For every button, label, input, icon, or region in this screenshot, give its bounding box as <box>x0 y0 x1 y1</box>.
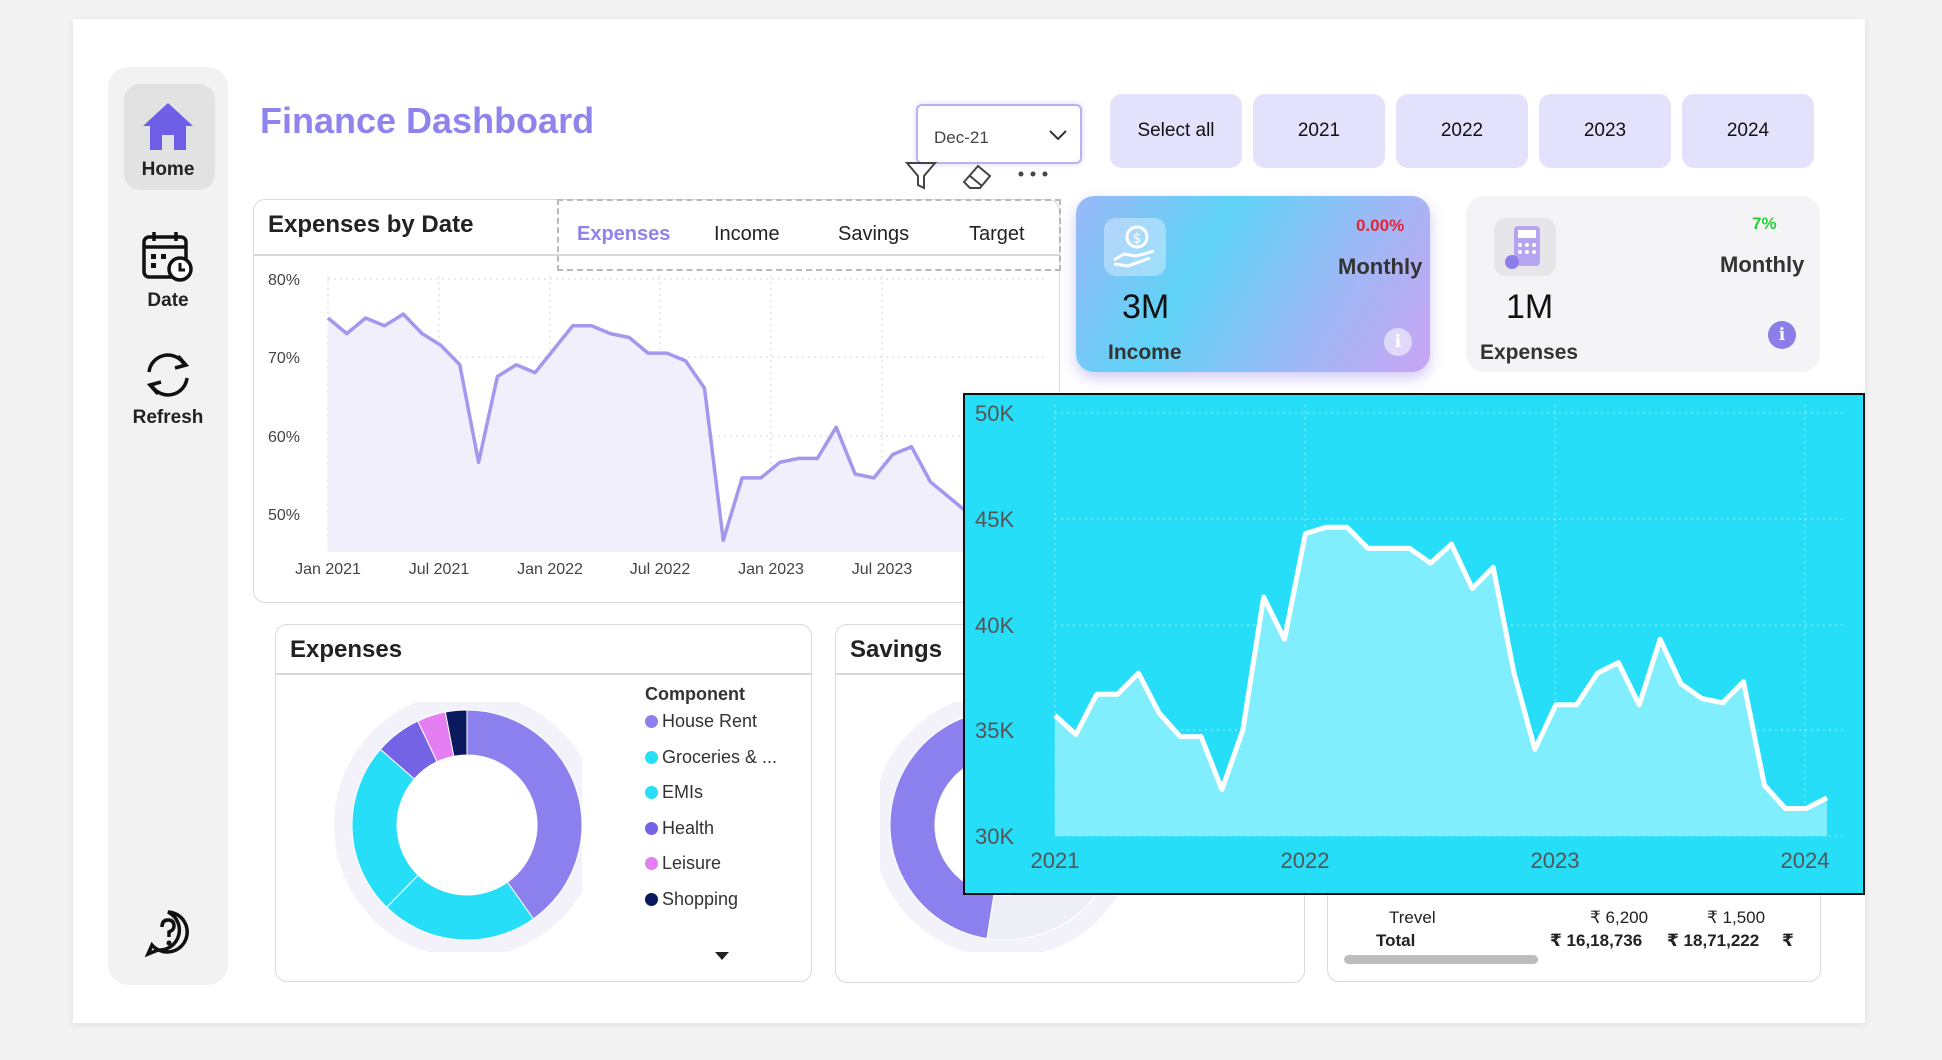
y-tick-label: 50% <box>268 507 300 524</box>
tab-income[interactable]: Income <box>714 223 780 246</box>
kpi-expenses-value: 1M <box>1506 288 1554 326</box>
expenses-by-date-chart: 80% 70% 60% 50% Jan 2021 Jul 2021 Jan 2022 Jul … <box>268 272 1046 578</box>
legend-item[interactable]: House Rent <box>645 711 795 747</box>
refresh-icon <box>146 353 190 397</box>
tab-expenses[interactable]: Expenses <box>577 223 670 246</box>
x-tick-label: Jul 2022 <box>630 561 691 578</box>
x-tick-label: Jan 2022 <box>517 561 583 578</box>
area-fill <box>328 314 968 552</box>
horizontal-scrollbar[interactable] <box>1344 955 1538 964</box>
y-tick-label: 80% <box>268 272 300 289</box>
kpi-expenses-label: Expenses <box>1480 341 1579 364</box>
calendar-icon <box>142 232 193 282</box>
savings-title: Savings <box>850 636 943 663</box>
sidebar-item-refresh[interactable]: Refresh <box>108 350 228 429</box>
sidebar-item-date[interactable]: Date <box>108 229 228 312</box>
year-button-2024[interactable]: 2024 <box>1682 94 1814 168</box>
year-button-2021[interactable]: 2021 <box>1253 94 1385 168</box>
table-cell: ₹ 16,18,736 <box>1550 931 1643 950</box>
kpi-income-change: 0.00% <box>1356 216 1405 235</box>
legend-item[interactable]: EMIs <box>645 782 795 818</box>
kpi-icon-box: $ <box>1104 218 1166 276</box>
legend-title: Component <box>645 684 745 704</box>
tab-target[interactable]: Target <box>969 223 1025 246</box>
x-tick-label: Jul 2021 <box>409 561 470 578</box>
kpi-icon-box <box>1494 218 1556 276</box>
y-tick-label: 50K <box>975 401 1014 426</box>
home-icon <box>143 103 193 150</box>
expenses-legend: Component House Rent Groceries & ... EMI… <box>645 684 795 924</box>
y-tick-label: 40K <box>975 613 1014 638</box>
legend-item[interactable]: Health <box>645 818 795 854</box>
info-icon[interactable]: i <box>1384 328 1412 356</box>
calculator-icon <box>1505 226 1540 269</box>
x-tick-label: Jul 2023 <box>852 561 913 578</box>
year-button-select-all[interactable]: Select all <box>1110 94 1242 168</box>
y-tick-label: 70% <box>268 350 300 367</box>
x-tick-label: Jan 2023 <box>738 561 804 578</box>
y-tick-label: 30K <box>975 824 1014 849</box>
sidebar-item-home[interactable]: Home <box>108 100 228 181</box>
legend-item[interactable]: Groceries & ... <box>645 747 795 783</box>
kpi-income-period: Monthly <box>1338 254 1423 279</box>
page-title: Finance Dashboard <box>260 100 595 141</box>
sidebar: Home Date Refresh <box>108 67 228 985</box>
overlay-chart-panel: 50K 45K 40K 35K 30K 2021 2022 2023 2024 <box>963 393 1865 895</box>
x-tick-label: Jan 2021 <box>295 561 361 578</box>
y-tick-label: 35K <box>975 718 1014 743</box>
year-button-2023[interactable]: 2023 <box>1539 94 1671 168</box>
legend-scroll-down-icon[interactable] <box>714 950 730 962</box>
money-hand-icon: $ <box>1113 225 1155 268</box>
more-options-icon[interactable] <box>1016 168 1050 180</box>
help-icon <box>144 910 189 958</box>
legend-item[interactable]: Leisure <box>645 853 795 889</box>
sidebar-item-label: Refresh <box>132 407 204 428</box>
y-tick-label: 60% <box>268 429 300 446</box>
kpi-expenses-card: 7% Monthly 1M Expenses i <box>1466 196 1820 372</box>
year-button-2022[interactable]: 2022 <box>1396 94 1528 168</box>
date-slicer-dropdown[interactable]: Dec-21 <box>916 104 1082 164</box>
kpi-income-value: 3M <box>1122 288 1170 326</box>
x-tick-label: 2023 <box>1531 848 1580 873</box>
expenses-donut-chart <box>334 702 582 952</box>
kpi-income-card: $ 0.00% Monthly 3M Income i <box>1076 196 1430 372</box>
date-slicer-value: Dec-21 <box>934 128 989 147</box>
expenses-donut-title: Expenses <box>290 636 403 663</box>
help-button[interactable] <box>108 908 228 963</box>
sidebar-item-label: Home <box>141 159 195 180</box>
table-cell: Total <box>1376 931 1416 950</box>
filter-icon[interactable] <box>904 160 938 192</box>
table-cell: ₹ 1,500 <box>1707 908 1766 927</box>
tab-savings[interactable]: Savings <box>838 223 909 246</box>
table-cell: ₹ 18,71,222 <box>1667 931 1760 950</box>
eraser-icon[interactable] <box>960 160 994 192</box>
kpi-expenses-period: Monthly <box>1720 252 1805 277</box>
table-cell: ₹ <box>1782 931 1794 950</box>
x-tick-label: 2024 <box>1781 848 1830 873</box>
y-tick-label: 45K <box>975 507 1014 532</box>
x-tick-label: 2022 <box>1281 848 1330 873</box>
kpi-income-label: Income <box>1108 341 1182 364</box>
sidebar-item-label: Date <box>147 290 189 311</box>
overlay-area-chart: 50K 45K 40K 35K 30K 2021 2022 2023 2024 <box>975 401 1845 873</box>
donut-hole <box>397 755 537 895</box>
table-cell: ₹ 6,200 <box>1590 908 1649 927</box>
table-cell: Trevel <box>1389 908 1436 927</box>
expenses-by-date-title: Expenses by Date <box>268 211 474 238</box>
x-tick-label: 2021 <box>1031 848 1080 873</box>
chevron-down-icon <box>1049 130 1067 141</box>
info-icon[interactable]: i <box>1768 321 1796 349</box>
svg-text:$: $ <box>1133 231 1142 247</box>
legend-item[interactable]: Shopping <box>645 889 795 925</box>
area-fill <box>1055 527 1827 836</box>
kpi-expenses-change: 7% <box>1752 214 1777 233</box>
